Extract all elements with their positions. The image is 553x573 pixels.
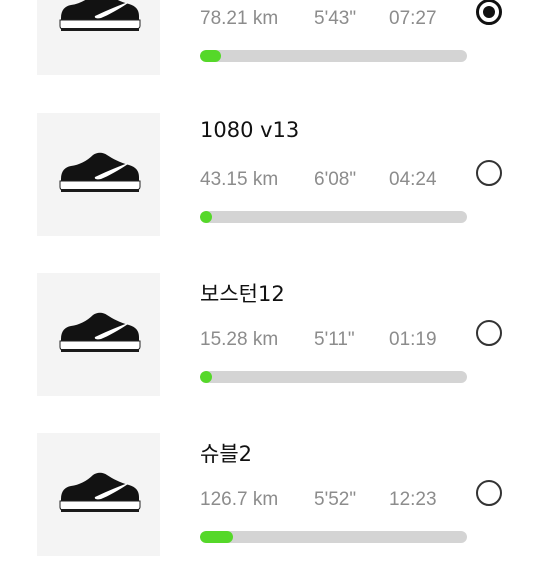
shoe-name: 보스턴12 — [200, 282, 285, 306]
mileage-progress-bar — [200, 531, 467, 543]
running-shoe-icon — [57, 309, 141, 360]
select-radio-button[interactable] — [476, 160, 502, 186]
shoe-name: 1080 v13 — [200, 118, 300, 142]
shoe-pace: 5'52" — [314, 489, 357, 510]
shoe-distance: 78.21 km — [200, 8, 279, 29]
mileage-progress-fill — [200, 531, 234, 543]
mileage-progress-bar — [200, 211, 467, 223]
running-shoe-icon — [57, 149, 141, 200]
radio-selected-dot — [483, 6, 495, 18]
shoe-distance: 43.15 km — [200, 169, 279, 190]
select-radio-button[interactable] — [476, 480, 502, 506]
shoe-row[interactable]: 1080 v13 43.15 km 6'08" 04:24 — [0, 113, 553, 253]
select-radio-button[interactable] — [476, 320, 502, 346]
shoe-thumbnail — [37, 273, 160, 396]
mileage-progress-fill — [200, 211, 212, 223]
shoe-time: 12:23 — [389, 489, 437, 510]
shoe-time: 07:27 — [389, 8, 437, 29]
shoe-distance: 15.28 km — [200, 329, 279, 350]
shoe-pace: 5'11" — [314, 329, 355, 350]
shoe-row[interactable]: 슈블2 126.7 km 5'52" 12:23 — [0, 433, 553, 573]
shoe-pace: 6'08" — [314, 169, 357, 190]
select-radio-button[interactable] — [476, 0, 502, 25]
shoe-distance: 126.7 km — [200, 489, 279, 510]
mileage-progress-bar — [200, 50, 467, 62]
mileage-progress-bar — [200, 371, 467, 383]
mileage-progress-fill — [200, 371, 212, 383]
shoe-pace: 5'43" — [314, 8, 357, 29]
mileage-progress-fill — [200, 50, 222, 62]
shoe-time: 01:19 — [389, 329, 437, 350]
running-shoe-icon — [57, 0, 141, 39]
shoe-thumbnail — [37, 0, 160, 75]
shoe-thumbnail — [37, 433, 160, 556]
shoe-name: 슈블2 — [200, 442, 253, 466]
shoe-thumbnail — [37, 113, 160, 236]
shoe-row[interactable]: 보스턴12 15.28 km 5'11" 01:19 — [0, 273, 553, 413]
running-shoe-icon — [57, 469, 141, 520]
shoe-time: 04:24 — [389, 169, 437, 190]
shoe-row[interactable]: 78.21 km 5'43" 07:27 — [0, 0, 553, 92]
